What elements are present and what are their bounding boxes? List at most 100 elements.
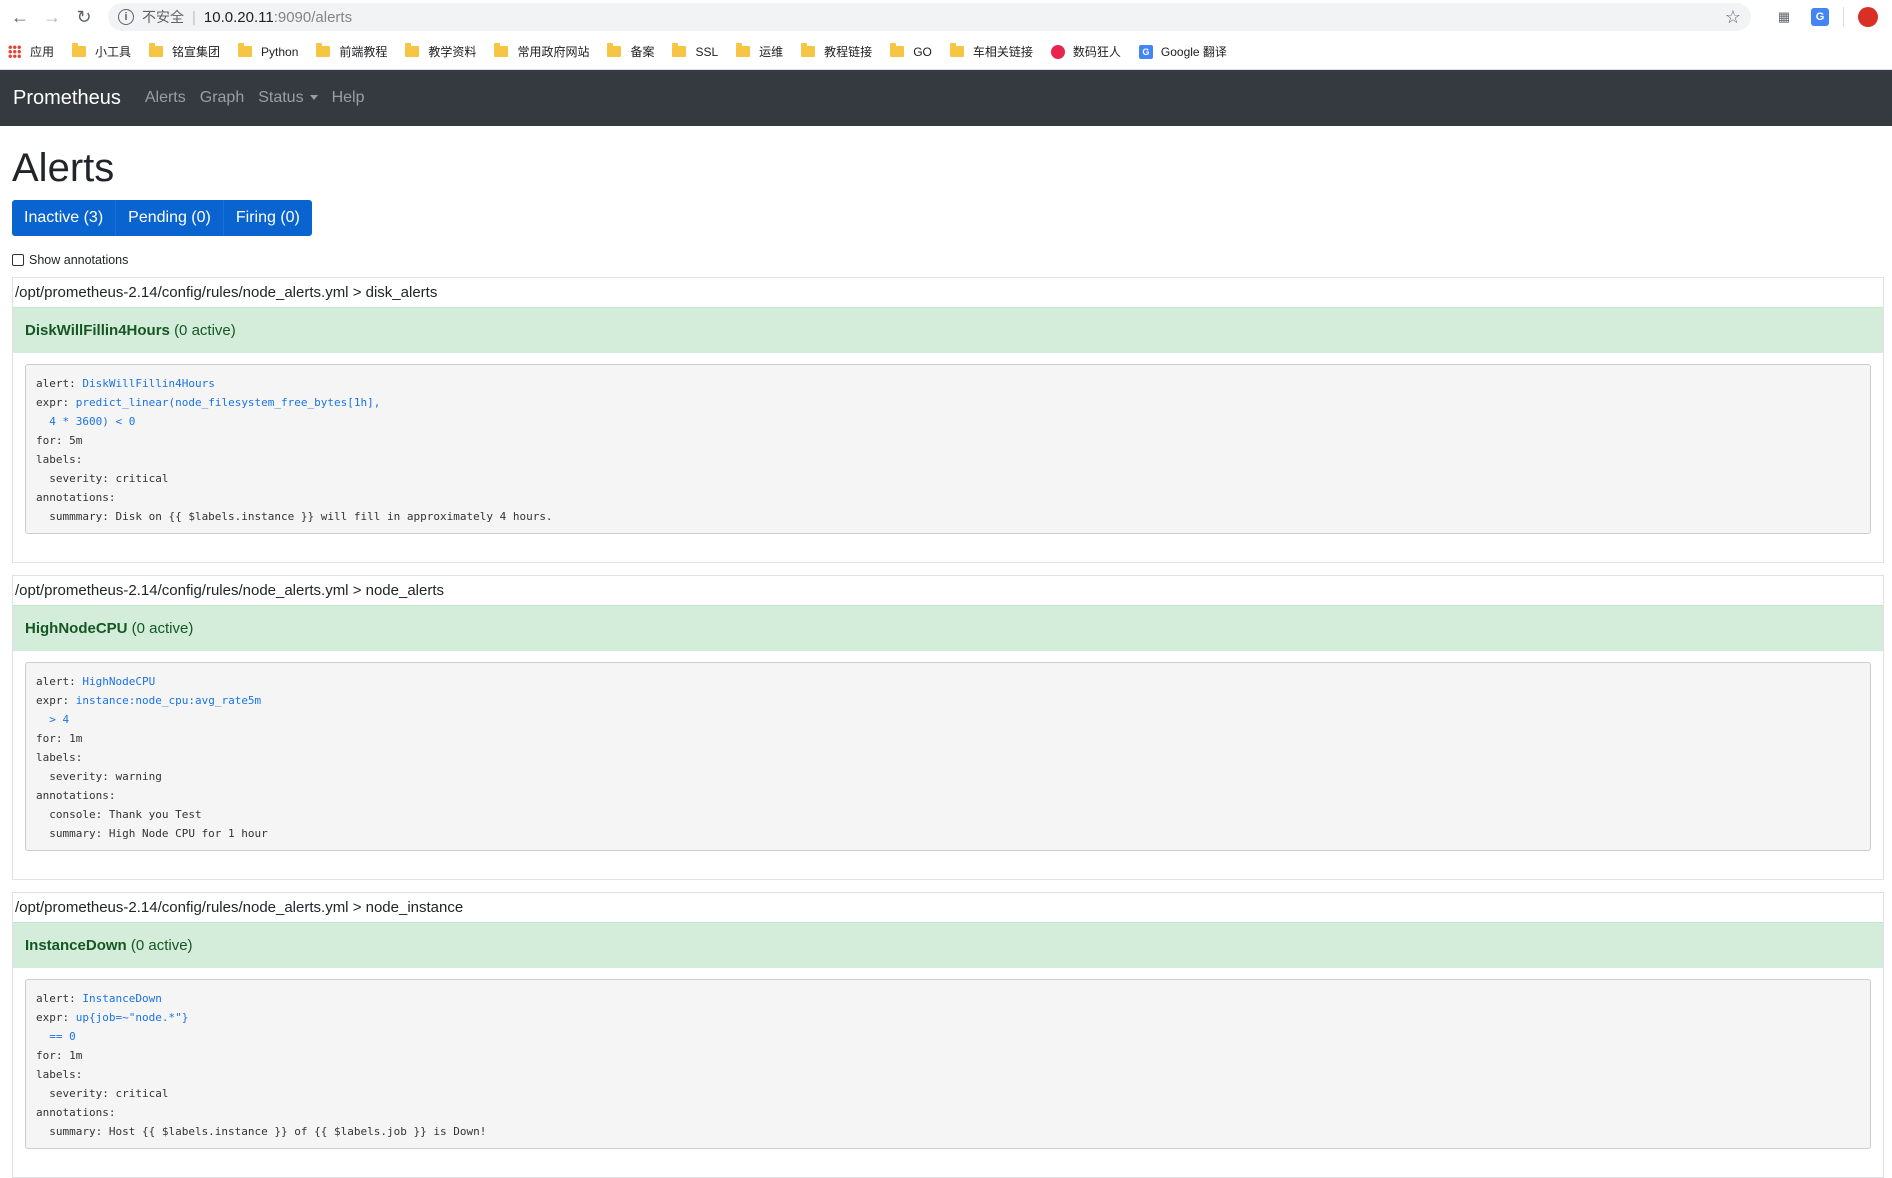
alert-rule-body: alert: InstanceDown expr: up{job=~"node.…	[13, 968, 1883, 1177]
bookmark-label: 常用政府网站	[517, 45, 590, 59]
yaml-alert-value[interactable]: DiskWillFillin4Hours	[82, 377, 214, 390]
bookmark-item[interactable]: 数码狂人	[1050, 43, 1121, 60]
folder-icon	[736, 43, 751, 57]
forward-arrow-icon[interactable]: →	[38, 3, 66, 31]
yaml-annotations: annotations:	[36, 1106, 116, 1119]
translate-extension-icon[interactable]: G	[1811, 8, 1829, 26]
bookmark-item[interactable]: 小工具	[72, 43, 131, 60]
bookmark-label: SSL	[695, 44, 719, 59]
info-icon[interactable]: i	[118, 9, 134, 25]
brand-link[interactable]: Prometheus	[13, 87, 121, 110]
bookmark-item[interactable]: Python	[238, 43, 298, 59]
yaml-annotations: annotations:	[36, 491, 116, 504]
bookmark-item[interactable]: 备案	[607, 43, 654, 60]
filter-inactive-button[interactable]: Inactive (3)	[12, 200, 117, 236]
alert-rule-row[interactable]: InstanceDown (0 active)	[13, 922, 1883, 968]
bookmark-item[interactable]: SSL	[672, 43, 719, 59]
qr-code-icon[interactable]: ▦	[1773, 6, 1795, 28]
path-separator: >	[352, 582, 362, 599]
insecure-label: 不安全	[142, 9, 184, 25]
yaml-annotation-line: summmary: Disk on {{ $labels.instance }}…	[36, 510, 553, 523]
alert-rule-name: DiskWillFillin4Hours	[25, 322, 170, 339]
yaml-expr-value[interactable]: instance:node_cpu:avg_rate5m	[76, 694, 261, 707]
bookmark-label: Google 翻译	[1160, 45, 1227, 59]
yaml-alert-key: alert:	[36, 992, 83, 1005]
bookmark-item[interactable]: 常用政府网站	[494, 43, 589, 60]
nav-status-label: Status	[258, 89, 304, 106]
bookmark-label: 应用	[30, 45, 55, 59]
yaml-alert-value[interactable]: InstanceDown	[82, 992, 161, 1005]
rule-group: /opt/prometheus-2.14/config/rules/node_a…	[12, 575, 1884, 880]
reload-icon[interactable]: ↻	[70, 3, 98, 31]
alert-rule-status: (0 active)	[130, 937, 193, 954]
yaml-labels: labels:	[36, 453, 83, 466]
bookmark-item[interactable]: 车相关链接	[949, 43, 1033, 60]
alert-rule-row[interactable]: DiskWillFillin4Hours (0 active)	[13, 307, 1883, 353]
bookmark-item[interactable]: 铭宣集团	[149, 43, 220, 60]
yaml-expr-key: expr:	[36, 1011, 76, 1024]
address-separator: |	[192, 8, 196, 26]
bookmark-label: 车相关链接	[972, 45, 1033, 59]
yaml-expr-continuation[interactable]: == 0	[36, 1030, 76, 1043]
yaml-expr-continuation[interactable]: 4 * 3600) < 0	[36, 415, 135, 428]
bookmark-item[interactable]: GO	[890, 43, 932, 59]
yaml-expr-value[interactable]: up{job=~"node.*"}	[76, 1011, 189, 1024]
yaml-label-line: severity: critical	[36, 1087, 169, 1100]
browser-toolbar: ← → ↻ i 不安全 | 10.0.20.11:9090/alerts ☆ ▦…	[0, 0, 1892, 34]
alert-rule-name: HighNodeCPU	[25, 620, 128, 637]
bookmark-label: 教程链接	[824, 45, 873, 59]
folder-icon	[405, 43, 420, 57]
nav-help[interactable]: Help	[332, 89, 365, 107]
bookmark-item[interactable]: 教学资料	[405, 43, 476, 60]
yaml-expr-key: expr:	[36, 694, 76, 707]
yaml-alert-value[interactable]: HighNodeCPU	[82, 675, 155, 688]
show-annotations-checkbox[interactable]	[12, 254, 24, 266]
nav-graph[interactable]: Graph	[200, 89, 244, 107]
yaml-labels: labels:	[36, 751, 83, 764]
bookmark-item[interactable]: G Google 翻译	[1138, 43, 1227, 60]
filter-firing-button[interactable]: Firing (0)	[224, 200, 312, 236]
prometheus-navbar: Prometheus Alerts Graph Status Help	[0, 70, 1892, 126]
bookmark-star-icon[interactable]: ☆	[1725, 7, 1741, 28]
yaml-alert-key: alert:	[36, 675, 83, 688]
folder-icon	[949, 43, 964, 57]
alert-rule-name: InstanceDown	[25, 937, 127, 954]
back-arrow-icon[interactable]: ←	[6, 3, 34, 31]
bookmarks-bar: 应用 小工具 铭宣集团 Python 前端教程 教学资料 常用政府网站 备案 SSL 运维 教程链接…	[0, 34, 1892, 70]
show-annotations-label: Show annotations	[29, 253, 129, 267]
nav-status[interactable]: Status	[258, 89, 318, 107]
address-bar[interactable]: i 不安全 | 10.0.20.11:9090/alerts ☆	[108, 3, 1751, 31]
yaml-expr-continuation[interactable]: > 4	[36, 713, 69, 726]
bookmark-item[interactable]: 运维	[736, 43, 783, 60]
path-separator: >	[352, 284, 362, 301]
rule-group-name: node_alerts	[365, 582, 445, 599]
folder-icon	[238, 43, 253, 57]
folder-icon	[72, 43, 87, 57]
rule-file-path: /opt/prometheus-2.14/config/rules/node_a…	[15, 899, 349, 916]
alert-rule-body: alert: HighNodeCPU expr: instance:node_c…	[13, 651, 1883, 879]
filter-pending-button[interactable]: Pending (0)	[116, 200, 224, 236]
alert-rule-row[interactable]: HighNodeCPU (0 active)	[13, 605, 1883, 651]
yaml-for: for: 1m	[36, 732, 83, 745]
yaml-annotation-line: summary: Host {{ $labels.instance }} of …	[36, 1125, 487, 1138]
caret-down-icon	[309, 95, 318, 101]
bookmark-label: 数码狂人	[1072, 45, 1121, 59]
alert-rule-status: (0 active)	[131, 620, 194, 637]
yaml-annotation-line: console: Thank you Test	[36, 808, 202, 821]
url-path: :9090/alerts	[273, 8, 353, 26]
nav-alerts[interactable]: Alerts	[145, 89, 186, 107]
main-content: Alerts Inactive (3) Pending (0) Firing (…	[0, 144, 1892, 1178]
bookmark-item[interactable]: 教程链接	[801, 43, 872, 60]
rule-file-path: /opt/prometheus-2.14/config/rules/node_a…	[15, 284, 349, 301]
show-annotations-toggle[interactable]: Show annotations	[12, 253, 1884, 267]
bookmark-item[interactable]: 前端教程	[316, 43, 387, 60]
yaml-for: for: 1m	[36, 1049, 83, 1062]
alert-rule-body: alert: DiskWillFillin4Hours expr: predic…	[13, 353, 1883, 562]
bookmark-label: 运维	[759, 45, 784, 59]
rule-definition: alert: DiskWillFillin4Hours expr: predic…	[25, 364, 1871, 534]
yaml-expr-value[interactable]: predict_linear(node_filesystem_free_byte…	[76, 396, 381, 409]
yaml-label-line: severity: warning	[36, 770, 162, 783]
toolbar-divider	[1843, 7, 1844, 27]
bookmark-item[interactable]: 应用	[8, 43, 54, 60]
profile-avatar[interactable]	[1858, 7, 1878, 27]
